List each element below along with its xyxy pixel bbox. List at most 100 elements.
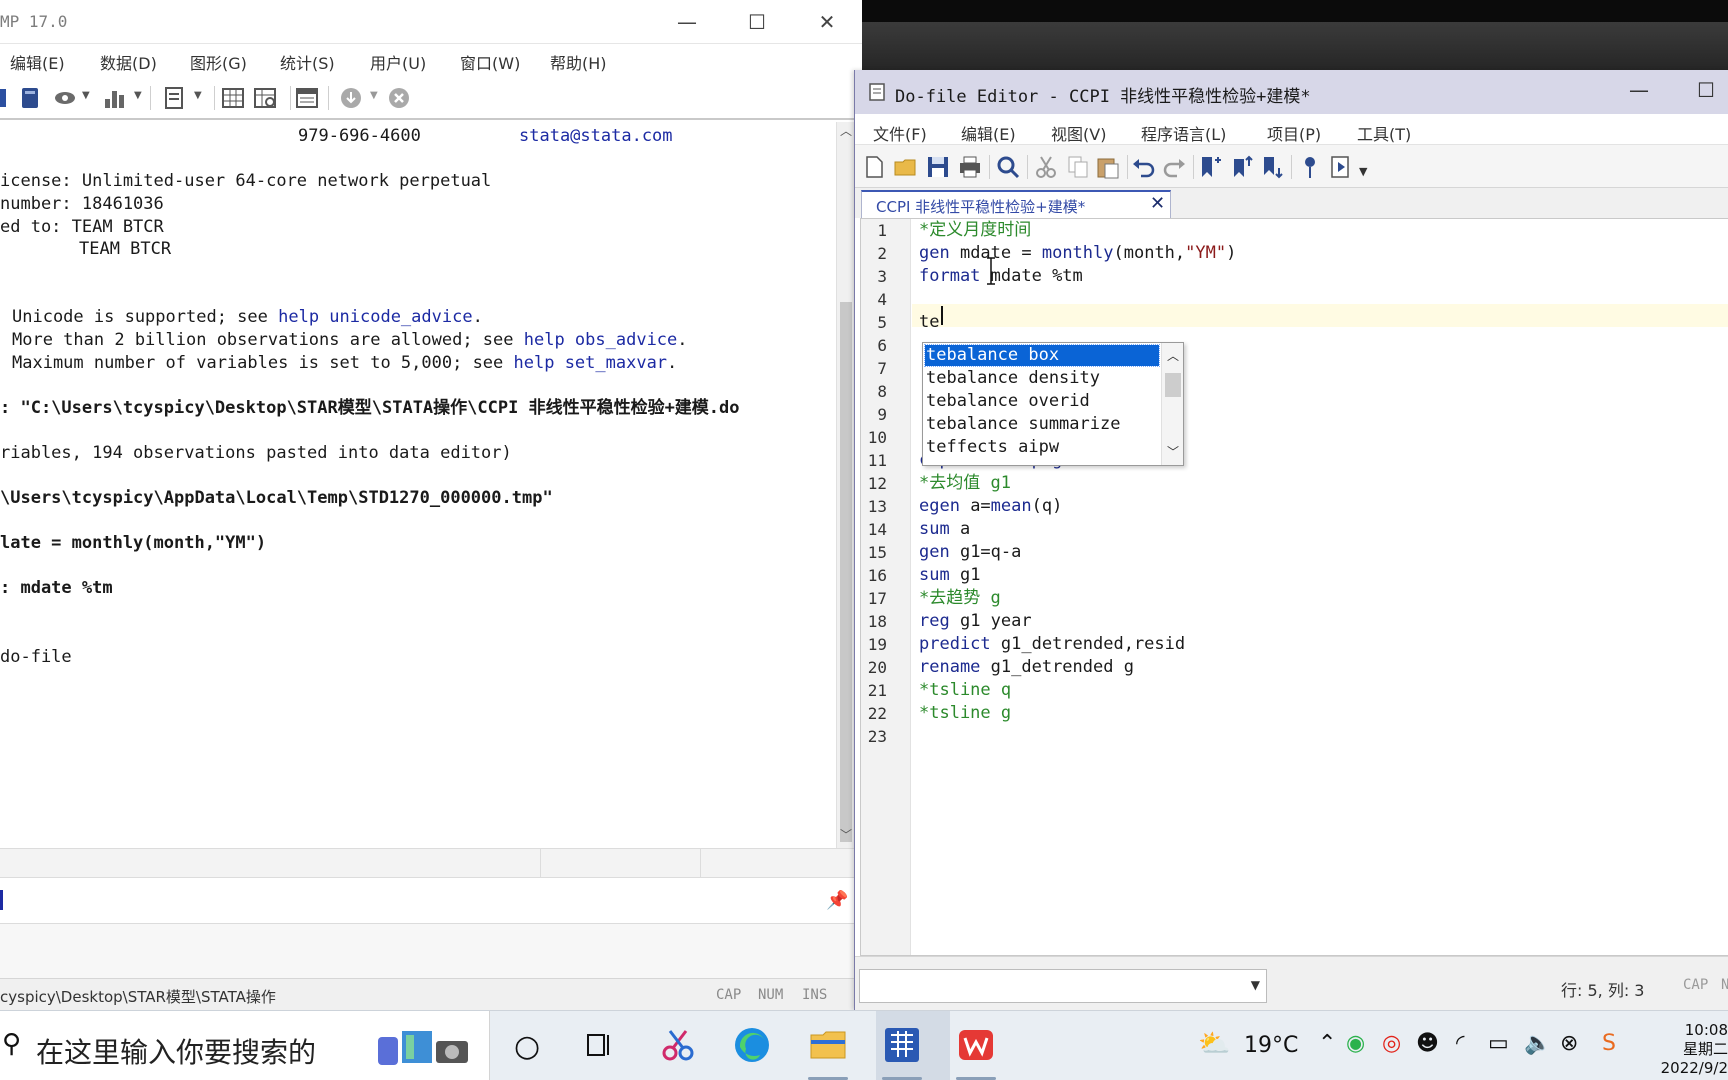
snipping-tool-icon[interactable] (658, 1025, 698, 1065)
taskbar-search-box[interactable]: ⚲ 在这里输入你要搜索的 (0, 1011, 490, 1080)
data-browser-icon[interactable] (252, 85, 278, 111)
open-folder-icon[interactable] (893, 154, 919, 180)
scroll-down-icon[interactable]: ﹀ (1162, 443, 1184, 460)
data-editor-icon[interactable] (220, 85, 246, 111)
chevron-down-icon[interactable]: ▼ (1251, 978, 1260, 992)
notification-mute-icon[interactable]: ⊗ (1560, 1031, 1578, 1056)
help-unicode-link[interactable]: help unicode_advice (278, 307, 472, 327)
scroll-up-icon[interactable]: ︿ (1162, 347, 1184, 364)
chevron-down-icon[interactable]: ▼ (370, 90, 378, 101)
menu-statistics[interactable]: 统计(S) (280, 50, 335, 74)
editor-minimize-button[interactable]: — (1629, 78, 1649, 102)
wechat-icon[interactable]: ◉ (1346, 1031, 1365, 1056)
task-view-icon[interactable] (580, 1025, 620, 1065)
wps-icon[interactable] (956, 1025, 996, 1065)
maximize-button[interactable]: ☐ (734, 8, 780, 36)
bookmark-prev-icon[interactable] (1229, 154, 1255, 180)
execute-do-icon[interactable] (1329, 154, 1355, 180)
graph-window-icon[interactable] (52, 85, 78, 111)
editor-menu-edit[interactable]: 编辑(E) (961, 121, 1016, 145)
menu-data[interactable]: 数据(D) (100, 50, 157, 74)
autocomplete-scrollbar[interactable]: ︿ ﹀ (1161, 343, 1183, 465)
bookmark-add-icon[interactable] (1197, 154, 1223, 180)
scroll-thumb[interactable] (1165, 373, 1181, 397)
show-file-icon[interactable] (1297, 154, 1323, 180)
tab-close-icon[interactable]: ✕ (1150, 193, 1165, 214)
bookmark-next-icon[interactable] (1259, 154, 1285, 180)
editor-menu-language[interactable]: 程序语言(L) (1141, 121, 1226, 145)
tab-ccpi[interactable]: CCPI 非线性平稳性检验+建模* ✕ (861, 190, 1171, 218)
command-format: : mdate %tm (0, 578, 113, 598)
line-number: 11 (867, 451, 887, 470)
save-icon[interactable] (925, 154, 951, 180)
function-navigator-dropdown[interactable]: ▼ (859, 969, 1267, 1003)
menu-user[interactable]: 用户(U) (370, 50, 426, 74)
autocomplete-item[interactable]: tebalance box (924, 344, 1160, 367)
help-obs-link[interactable]: help obs_advice (524, 330, 678, 350)
licensed-to-text-2: TEAM BTCR (79, 239, 172, 259)
weather-temp[interactable]: 19°C (1244, 1033, 1298, 1058)
wifi-icon[interactable]: ◜ (1456, 1031, 1465, 1056)
autocomplete-item[interactable]: tebalance density (925, 368, 1159, 389)
volume-icon[interactable]: 🔈 (1524, 1031, 1551, 1056)
tray-chevron-up-icon[interactable]: ⌃ (1318, 1031, 1336, 1056)
autocomplete-item[interactable]: tebalance summarize (925, 414, 1159, 435)
do-file-editor-icon[interactable] (162, 85, 188, 111)
file-explorer-icon[interactable] (808, 1025, 848, 1065)
results-scrollbar[interactable]: ︿ ﹀ (836, 122, 854, 848)
stata-icon[interactable] (882, 1025, 922, 1065)
scroll-thumb[interactable] (840, 302, 852, 842)
code-line-13: egen a=mean(q) (919, 495, 1062, 518)
editor-maximize-button[interactable]: ☐ (1697, 78, 1715, 102)
autocomplete-item[interactable]: tebalance overid (925, 391, 1159, 412)
menu-edit[interactable]: 编辑(E) (10, 50, 65, 74)
system-clock[interactable]: 10:08 星期二 2022/9/2 (1648, 1021, 1728, 1078)
menu-graphics[interactable]: 图形(G) (190, 50, 247, 74)
editor-menu-tools[interactable]: 工具(T) (1357, 121, 1411, 145)
cortana-icon[interactable]: ○ (514, 1029, 540, 1064)
email-link[interactable]: stata@stata.com (519, 125, 673, 147)
viewer-icon[interactable] (18, 85, 44, 111)
editor-menu-project[interactable]: 项目(P) (1267, 121, 1321, 145)
clock-weekday: 星期二 (1682, 1040, 1728, 1058)
menu-help[interactable]: 帮助(H) (550, 50, 607, 74)
qq-icon[interactable]: ☻ (1416, 1031, 1439, 1056)
code-area[interactable]: 1 2 3 4 5 6 7 8 9 10 11 12 13 14 15 16 1… (860, 218, 1728, 956)
redo-icon[interactable] (1161, 154, 1187, 180)
chevron-down-icon[interactable]: ▼ (194, 90, 202, 101)
line-number: 12 (867, 474, 887, 493)
weather-icon[interactable]: ⛅ (1198, 1029, 1230, 1059)
command-window[interactable]: 📌 (0, 880, 862, 924)
more-icon[interactable] (338, 85, 364, 111)
line-number: 20 (867, 658, 887, 677)
new-file-icon[interactable] (861, 154, 887, 180)
break-icon[interactable] (386, 85, 412, 111)
edge-browser-icon[interactable] (732, 1025, 772, 1065)
chevron-down-icon[interactable]: ▼ (134, 90, 142, 101)
bar-chart-icon[interactable] (102, 85, 128, 111)
variables-manager-icon[interactable] (294, 85, 320, 111)
netease-music-icon[interactable]: ◎ (1382, 1031, 1401, 1056)
chevron-down-icon[interactable]: ▼ (82, 90, 90, 101)
pin-icon[interactable]: 📌 (826, 890, 848, 911)
scroll-down-icon[interactable]: ﹀ (837, 826, 855, 843)
keyword: format (919, 266, 981, 286)
close-button[interactable]: ✕ (804, 8, 850, 36)
cut-icon[interactable] (1033, 154, 1059, 180)
editor-menu-view[interactable]: 视图(V) (1051, 121, 1106, 145)
find-icon[interactable] (995, 154, 1021, 180)
copy-icon[interactable] (1065, 154, 1091, 180)
chevron-down-icon[interactable]: ▼ (1359, 165, 1367, 178)
paste-icon[interactable] (1095, 154, 1121, 180)
battery-icon[interactable]: ▭ (1488, 1031, 1509, 1056)
divider (540, 849, 541, 877)
scroll-up-icon[interactable]: ︿ (837, 122, 855, 139)
menu-window[interactable]: 窗口(W) (460, 50, 520, 74)
sogou-input-icon[interactable]: S (1602, 1031, 1616, 1056)
print-icon[interactable] (957, 154, 983, 180)
undo-icon[interactable] (1131, 154, 1157, 180)
autocomplete-item[interactable]: teffects aipw (925, 437, 1159, 459)
editor-menu-file[interactable]: 文件(F) (873, 121, 927, 145)
minimize-button[interactable]: — (664, 8, 710, 36)
help-maxvar-link[interactable]: help set_maxvar (514, 353, 668, 373)
